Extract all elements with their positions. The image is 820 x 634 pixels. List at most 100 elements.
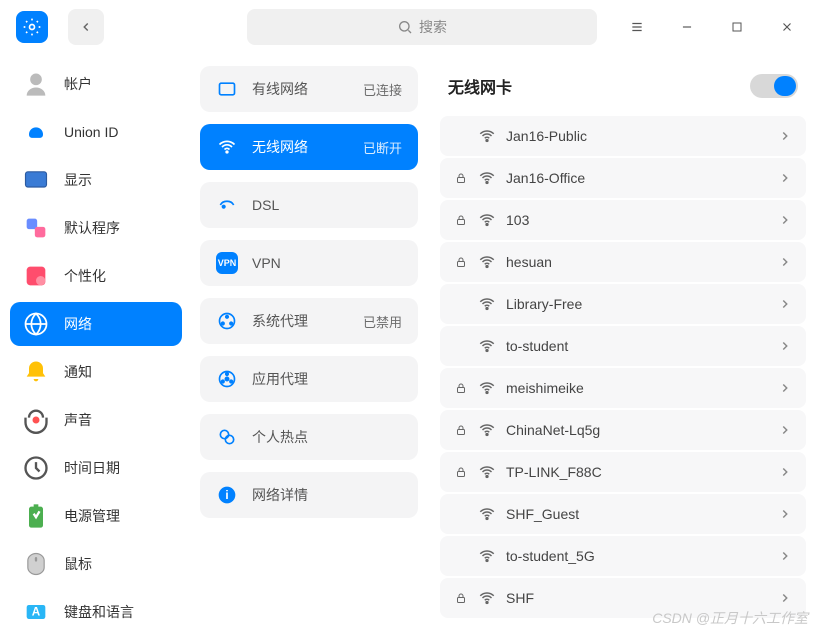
wifi-signal-icon bbox=[478, 127, 496, 145]
network-menu-icon-7: i bbox=[216, 484, 238, 506]
wifi-network-name: hesuan bbox=[506, 254, 552, 270]
wifi-network-name: to-student bbox=[506, 338, 568, 354]
sidebar-item-5[interactable]: 网络 bbox=[10, 302, 182, 346]
wifi-network-item[interactable]: to-student bbox=[440, 326, 806, 366]
wifi-network-name: Library-Free bbox=[506, 296, 582, 312]
network-menu-label: 有线网络 bbox=[252, 79, 308, 99]
network-menu-status: 已连接 bbox=[363, 80, 402, 99]
sidebar-icon-2 bbox=[22, 166, 50, 194]
wifi-network-item[interactable]: Jan16-Office bbox=[440, 158, 806, 198]
network-menu-item-7[interactable]: i网络详情 bbox=[200, 472, 418, 518]
wifi-signal-icon bbox=[478, 421, 496, 439]
wifi-network-item[interactable]: 103 bbox=[440, 200, 806, 240]
sidebar-item-label: 键盘和语言 bbox=[64, 602, 134, 622]
sidebar-item-11[interactable]: A 键盘和语言 bbox=[10, 590, 182, 634]
wifi-network-item[interactable]: hesuan bbox=[440, 242, 806, 282]
network-menu-item-0[interactable]: 有线网络 已连接 bbox=[200, 66, 418, 112]
wifi-signal-icon bbox=[478, 295, 496, 313]
sidebar-item-6[interactable]: 通知 bbox=[10, 350, 182, 394]
wifi-signal-icon bbox=[478, 169, 496, 187]
wifi-signal-icon bbox=[478, 253, 496, 271]
sidebar-item-label: 声音 bbox=[64, 410, 92, 430]
sidebar-item-9[interactable]: 电源管理 bbox=[10, 494, 182, 538]
search-icon bbox=[397, 19, 413, 35]
network-menu-icon-5 bbox=[216, 368, 238, 390]
chevron-right-icon bbox=[778, 255, 792, 269]
network-menu-status: 已禁用 bbox=[363, 312, 402, 331]
maximize-button[interactable] bbox=[712, 0, 762, 54]
wifi-network-item[interactable]: TP-LINK_F88C bbox=[440, 452, 806, 492]
sidebar-item-label: 个性化 bbox=[64, 266, 106, 286]
search-input[interactable]: 搜索 bbox=[247, 9, 597, 45]
network-menu-item-2[interactable]: DSL bbox=[200, 182, 418, 228]
lock-icon bbox=[454, 172, 468, 184]
sidebar-item-0[interactable]: 帐户 bbox=[10, 62, 182, 106]
wifi-network-name: meishimeike bbox=[506, 380, 584, 396]
wifi-network-name: SHF bbox=[506, 590, 534, 606]
network-menu-icon-2 bbox=[216, 194, 238, 216]
sidebar: 帐户 Union ID 显示默认程序个性化网络通知声音时间日期电源管理鼠标 A 键盘和语… bbox=[0, 54, 192, 634]
chevron-right-icon bbox=[778, 339, 792, 353]
sidebar-icon-1 bbox=[22, 118, 50, 146]
sidebar-item-7[interactable]: 声音 bbox=[10, 398, 182, 442]
network-menu-label: 应用代理 bbox=[252, 369, 308, 389]
network-menu-label: 无线网络 bbox=[252, 137, 308, 157]
network-menu-item-5[interactable]: 应用代理 bbox=[200, 356, 418, 402]
chevron-right-icon bbox=[778, 507, 792, 521]
network-menu-label: 个人热点 bbox=[252, 427, 308, 447]
wifi-network-item[interactable]: meishimeike bbox=[440, 368, 806, 408]
network-menu-item-1[interactable]: 无线网络已断开 bbox=[200, 124, 418, 170]
wifi-network-item[interactable]: Library-Free bbox=[440, 284, 806, 324]
sidebar-item-label: 显示 bbox=[64, 170, 92, 190]
sidebar-item-label: Union ID bbox=[64, 124, 118, 140]
sidebar-item-10[interactable]: 鼠标 bbox=[10, 542, 182, 586]
wifi-network-name: to-student_5G bbox=[506, 548, 595, 564]
wifi-toggle[interactable] bbox=[750, 74, 798, 98]
svg-text:A: A bbox=[32, 606, 41, 619]
wifi-network-name: ChinaNet-Lq5g bbox=[506, 422, 600, 438]
back-button[interactable] bbox=[68, 9, 104, 45]
wifi-signal-icon bbox=[478, 211, 496, 229]
titlebar: 搜索 bbox=[0, 0, 820, 54]
close-button[interactable] bbox=[762, 0, 812, 54]
wifi-network-item[interactable]: Jan16-Public bbox=[440, 116, 806, 156]
wifi-network-item[interactable]: to-student_5G bbox=[440, 536, 806, 576]
sidebar-icon-0 bbox=[22, 70, 50, 98]
wifi-network-item[interactable]: SHF_Guest bbox=[440, 494, 806, 534]
network-menu-item-6[interactable]: 个人热点 bbox=[200, 414, 418, 460]
minimize-button[interactable] bbox=[662, 0, 712, 54]
chevron-right-icon bbox=[778, 213, 792, 227]
lock-icon bbox=[454, 466, 468, 478]
wifi-signal-icon bbox=[478, 337, 496, 355]
sidebar-icon-4 bbox=[22, 262, 50, 290]
sidebar-icon-11: A bbox=[22, 598, 50, 626]
wifi-network-item[interactable]: ChinaNet-Lq5g bbox=[440, 410, 806, 450]
network-menu-item-4[interactable]: 系统代理已禁用 bbox=[200, 298, 418, 344]
wifi-signal-icon bbox=[478, 379, 496, 397]
chevron-right-icon bbox=[778, 129, 792, 143]
sidebar-icon-5 bbox=[22, 310, 50, 338]
chevron-right-icon bbox=[778, 423, 792, 437]
wifi-network-item[interactable]: SHF bbox=[440, 578, 806, 618]
app-icon bbox=[16, 11, 48, 43]
search-placeholder: 搜索 bbox=[419, 17, 447, 37]
sidebar-item-8[interactable]: 时间日期 bbox=[10, 446, 182, 490]
sidebar-icon-10 bbox=[22, 550, 50, 578]
wifi-panel-title: 无线网卡 bbox=[448, 74, 512, 98]
sidebar-item-4[interactable]: 个性化 bbox=[10, 254, 182, 298]
chevron-right-icon bbox=[778, 297, 792, 311]
wifi-panel: 无线网卡 Jan16-PublicJan16-Office103 hesuan Li… bbox=[426, 54, 820, 634]
chevron-right-icon bbox=[778, 549, 792, 563]
sidebar-icon-8 bbox=[22, 454, 50, 482]
menu-button[interactable] bbox=[612, 0, 662, 54]
svg-text:i: i bbox=[225, 489, 228, 502]
sidebar-icon-3 bbox=[22, 214, 50, 242]
sidebar-item-2[interactable]: 显示 bbox=[10, 158, 182, 202]
sidebar-item-label: 帐户 bbox=[64, 74, 92, 94]
sidebar-item-3[interactable]: 默认程序 bbox=[10, 206, 182, 250]
sidebar-item-1[interactable]: Union ID bbox=[10, 110, 182, 154]
sidebar-item-label: 电源管理 bbox=[64, 506, 120, 526]
network-menu-item-3[interactable]: VPNVPN bbox=[200, 240, 418, 286]
network-menu-icon-4 bbox=[216, 310, 238, 332]
chevron-right-icon bbox=[778, 381, 792, 395]
